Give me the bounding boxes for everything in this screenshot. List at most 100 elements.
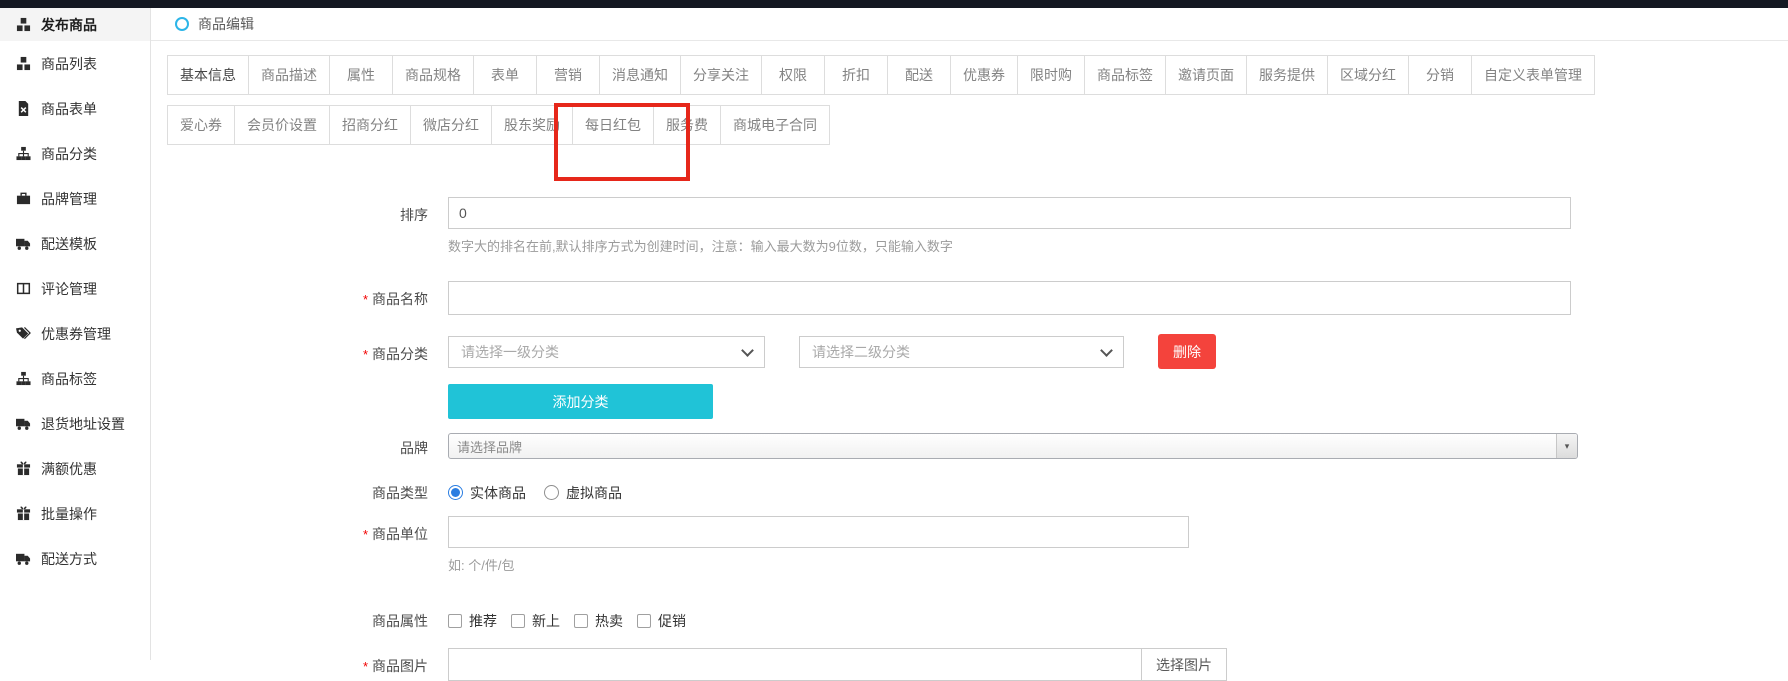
product-type-radio-option[interactable]: 虚拟商品 [544,483,622,503]
form-row-sort: 排序 数字大的排名在前,默认排序方式为创建时间，注意：输入最大数为9位数，只能输… [151,197,1788,255]
briefcase-icon [15,191,31,207]
tab-item[interactable]: 商品规格 [392,55,474,95]
secondary-tab-bar: 爱心券会员价设置招商分红微店分红股东奖励每日红包服务费商城电子合同 [167,105,1788,145]
sitemap-icon [15,146,31,162]
form-row-product-unit: *商品单位 如: 个/件/包 [151,516,1788,574]
radio-selected-icon[interactable] [448,485,463,500]
tab-item[interactable]: 商品描述 [248,55,330,95]
tab-item[interactable]: 消息通知 [599,55,681,95]
tab-item[interactable]: 属性 [329,55,393,95]
choose-image-button[interactable]: 选择图片 [1141,649,1226,680]
dropdown-arrow-icon: ▾ [1556,434,1577,458]
required-mark: * [363,292,368,307]
sidebar-item[interactable]: 品牌管理 [0,176,150,221]
sidebar-item[interactable]: 优惠券管理 [0,311,150,356]
product-type-label: 商品类型 [151,482,448,503]
sidebar-item[interactable]: 满额优惠 [0,446,150,491]
form-row-product-image: *商品图片 选择图片 [151,648,1788,681]
chevron-down-icon [741,344,754,357]
product-attr-checkbox-option[interactable]: 促销 [637,611,686,631]
delete-category-button[interactable]: 删除 [1158,334,1216,369]
sidebar-item[interactable]: 商品列表 [0,41,150,86]
gift-icon [15,506,31,522]
product-attr-checkbox-option[interactable]: 新上 [511,611,560,631]
sidebar-item[interactable]: 评论管理 [0,266,150,311]
tab-item[interactable]: 服务提供 [1246,55,1328,95]
checkbox-unchecked-icon[interactable] [448,614,462,628]
sidebar-item[interactable]: 配送方式 [0,536,150,581]
sidebar-item-label: 批量操作 [41,504,97,524]
cubes-icon [15,56,31,72]
tab-item[interactable]: 商品标签 [1084,55,1166,95]
tab-item[interactable]: 服务费 [653,105,721,145]
category-level2-select[interactable]: 请选择二级分类 [799,336,1124,368]
sidebar-item[interactable]: 商品标签 [0,356,150,401]
tab-item[interactable]: 配送 [887,55,951,95]
radio-unselected-icon[interactable] [544,485,559,500]
product-unit-input[interactable] [448,516,1189,548]
unit-help-text: 如: 个/件/包 [448,555,1189,574]
tab-item[interactable]: 股东奖励 [491,105,573,145]
tab-item[interactable]: 邀请页面 [1165,55,1247,95]
product-attr-checkbox-option[interactable]: 推荐 [448,611,497,631]
checkbox-option-label: 推荐 [469,611,497,631]
product-type-radio-option[interactable]: 实体商品 [448,483,526,503]
sort-label: 排序 [151,197,448,255]
file-excel-icon [15,101,31,117]
tab-item[interactable]: 分享关注 [680,55,762,95]
tab-item[interactable]: 折扣 [824,55,888,95]
sidebar-item-label: 商品标签 [41,369,97,389]
truck-icon [15,236,31,252]
tab-item[interactable]: 自定义表单管理 [1471,55,1595,95]
sidebar-item-label: 品牌管理 [41,189,97,209]
sidebar-item[interactable]: 批量操作 [0,491,150,536]
brand-select[interactable]: 请选择品牌 ▾ [448,433,1578,459]
page-header: 商品编辑 [151,8,1788,41]
product-unit-label: *商品单位 [151,516,448,574]
product-attr-checkbox-option[interactable]: 热卖 [574,611,623,631]
sort-input[interactable] [448,197,1571,229]
checkbox-unchecked-icon[interactable] [574,614,588,628]
tab-item[interactable]: 微店分红 [410,105,492,145]
product-attr-options: 推荐新上热卖促销 [448,610,686,631]
sidebar-item[interactable]: 配送模板 [0,221,150,266]
tab-item[interactable]: 限时购 [1017,55,1085,95]
product-image-input[interactable] [449,649,1141,680]
tab-item[interactable]: 每日红包 [572,105,654,145]
form-row-add-category: 添加分类 [151,384,1788,419]
sidebar-item[interactable]: 发布商品 [0,8,150,41]
add-category-button[interactable]: 添加分类 [448,384,713,419]
sidebar-item[interactable]: 商品表单 [0,86,150,131]
cubes-icon [15,17,31,33]
tab-item[interactable]: 分销 [1408,55,1472,95]
checkbox-unchecked-icon[interactable] [511,614,525,628]
tab-item[interactable]: 表单 [473,55,537,95]
topbar [0,0,1788,8]
tab-item[interactable]: 基本信息 [167,55,249,95]
sidebar-item[interactable]: 退货地址设置 [0,401,150,446]
tab-item[interactable]: 优惠券 [950,55,1018,95]
tab-item[interactable]: 区域分红 [1327,55,1409,95]
product-image-label: *商品图片 [151,648,448,681]
gift-icon [15,461,31,477]
tab-item[interactable]: 商城电子合同 [720,105,830,145]
category-level1-select[interactable]: 请选择一级分类 [448,336,765,368]
checkbox-unchecked-icon[interactable] [637,614,651,628]
required-mark: * [363,347,368,362]
tab-item[interactable]: 招商分红 [329,105,411,145]
tab-item[interactable]: 会员价设置 [234,105,330,145]
radio-option-label: 虚拟商品 [566,483,622,503]
chevron-down-icon [1100,344,1113,357]
product-name-input[interactable] [448,281,1571,315]
product-image-group: 选择图片 [448,648,1227,681]
tab-item[interactable]: 权限 [761,55,825,95]
tags-icon [15,326,31,342]
status-circle-icon [175,17,189,31]
truck-icon [15,551,31,567]
sidebar-nav: 发布商品商品列表商品表单商品分类品牌管理配送模板评论管理优惠券管理商品标签退货地… [0,8,150,581]
tab-item[interactable]: 营销 [536,55,600,95]
tab-item[interactable]: 爱心券 [167,105,235,145]
category-level2-placeholder: 请选择二级分类 [812,342,910,362]
brand-placeholder: 请选择品牌 [449,437,1556,456]
sidebar-item[interactable]: 商品分类 [0,131,150,176]
